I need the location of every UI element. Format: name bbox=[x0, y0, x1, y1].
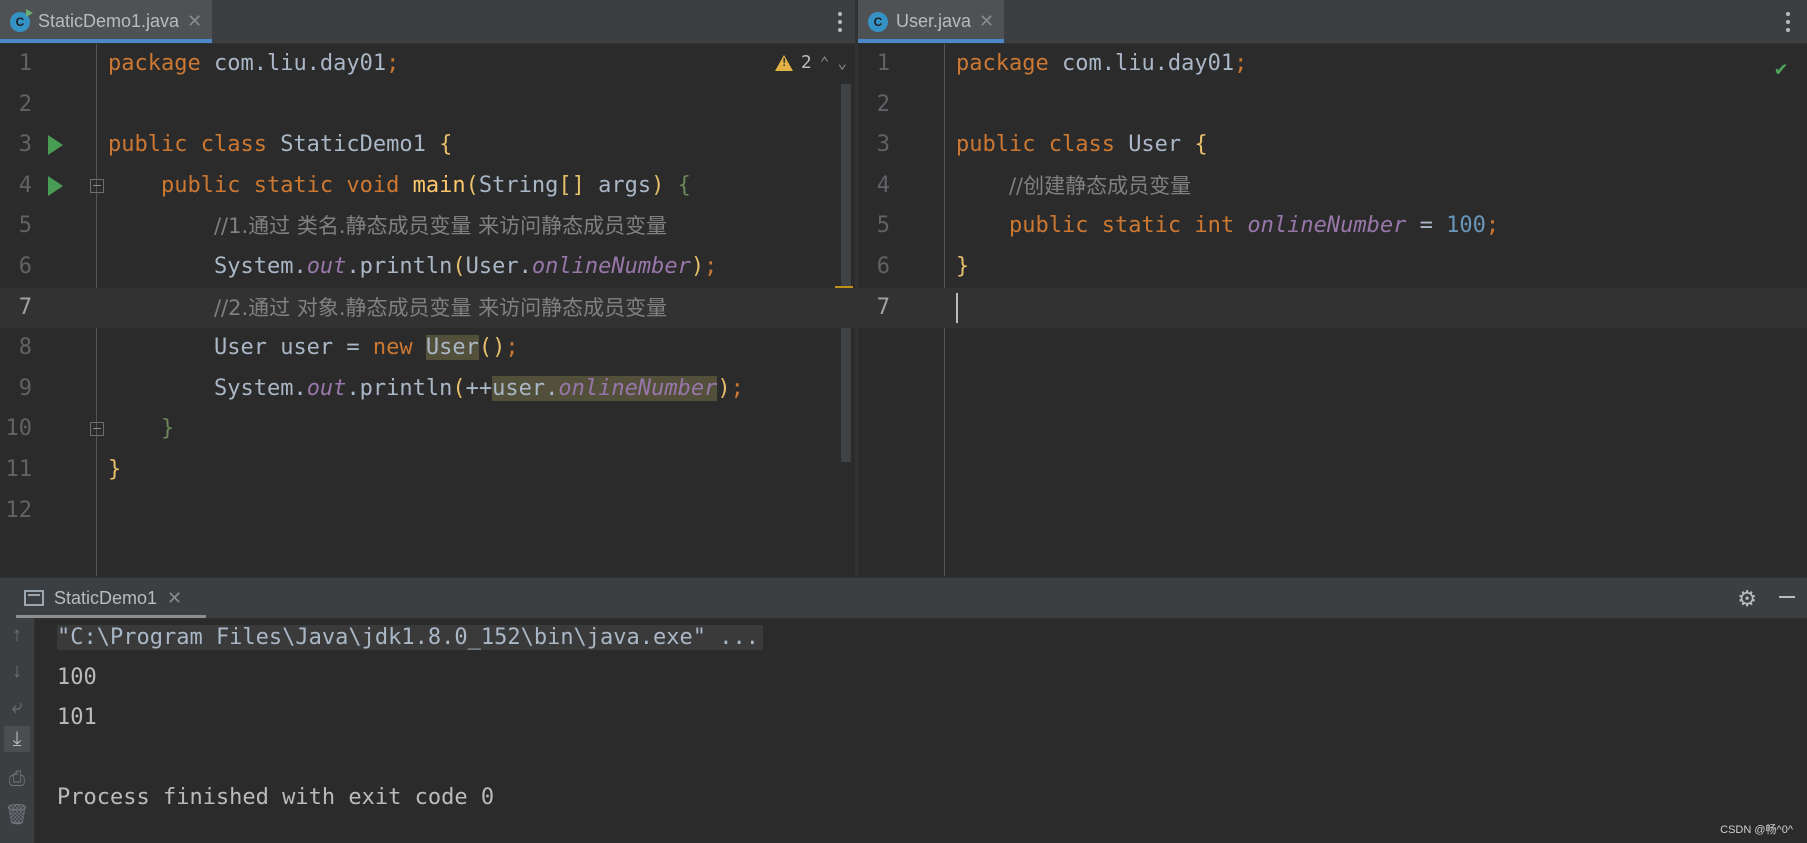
code-line[interactable]: 3 public class User { bbox=[858, 125, 1807, 165]
console-icon bbox=[24, 590, 44, 606]
line-number[interactable]: 1 bbox=[0, 44, 32, 84]
watermark: CSDN @畅^0^ bbox=[1720, 824, 1793, 836]
code-text: //创建静态成员变量 bbox=[1008, 173, 1192, 198]
arrow-up-icon[interactable]: ↑ bbox=[4, 622, 30, 648]
run-tool-window: StaticDemo1 ✕ ⚙ ↑ ↓ ⤶ ⤓ ⎙ 🗑 "C:\Program … bbox=[0, 577, 1807, 843]
close-icon[interactable]: ✕ bbox=[167, 588, 182, 609]
code-text: package com.liu.day01; bbox=[956, 51, 1248, 76]
line-number[interactable]: 7 bbox=[858, 288, 890, 328]
code-text: System.out.println(User.onlineNumber); bbox=[213, 254, 718, 279]
code-text: System.out.println(++user.onlineNumber); bbox=[213, 375, 744, 401]
tab-label: User.java bbox=[896, 11, 972, 31]
arrow-down-icon[interactable]: ↓ bbox=[4, 658, 30, 684]
fold-icon[interactable] bbox=[90, 178, 104, 193]
soft-wrap-icon[interactable]: ⤶ bbox=[4, 694, 30, 720]
java-class-icon: C bbox=[868, 11, 888, 32]
code-line[interactable]: 2 bbox=[858, 85, 1807, 125]
code-line[interactable]: 7 bbox=[858, 287, 1807, 328]
code-text: public static int onlineNumber = 100; bbox=[1008, 213, 1500, 239]
code-line[interactable]: 5 //1.通过 类名.静态成员变量 来访问静态成员变量 bbox=[0, 206, 855, 246]
print-icon[interactable]: ⎙ bbox=[4, 766, 30, 792]
code-line[interactable]: 6} bbox=[858, 247, 1807, 287]
code-line[interactable]: 9 System.out.println(++user.onlineNumber… bbox=[0, 369, 855, 409]
run-side-toolbar: ↑ ↓ ⤶ ⤓ ⎙ 🗑 bbox=[0, 618, 35, 843]
console-exit-line: Process finished with exit code 0 bbox=[57, 785, 495, 810]
code-text: public static void main(String[] args) { bbox=[160, 172, 691, 198]
code-line[interactable]: 6 System.out.println(User.onlineNumber); bbox=[0, 247, 855, 287]
left-editor-pane: C StaticDemo1.java ✕ 2 ⌃ ⌄ 1package com.… bbox=[0, 0, 855, 576]
code-text: } bbox=[160, 416, 175, 442]
code-line[interactable]: 2 bbox=[0, 85, 855, 125]
tab-label: StaticDemo1.java bbox=[38, 11, 180, 31]
code-line[interactable]: 11} bbox=[0, 450, 855, 490]
code-line[interactable]: 3 public class StaticDemo1 { bbox=[0, 125, 855, 165]
console-output-line: 100 bbox=[57, 665, 97, 690]
code-text: package com.liu.day01; bbox=[108, 51, 400, 76]
console-command-line: "C:\Program Files\Java\jdk1.8.0_152\bin\… bbox=[57, 620, 763, 656]
line-number[interactable]: 2 bbox=[858, 85, 890, 125]
line-number[interactable]: 8 bbox=[0, 328, 32, 368]
more-options-icon[interactable] bbox=[1786, 12, 1790, 32]
code-text: //1.通过 类名.静态成员变量 来访问静态成员变量 bbox=[213, 214, 668, 239]
line-number[interactable]: 6 bbox=[858, 247, 890, 287]
line-number[interactable]: 4 bbox=[0, 166, 32, 206]
code-line[interactable]: 8 User user = new User(); bbox=[0, 328, 855, 368]
close-icon[interactable]: ✕ bbox=[979, 11, 994, 32]
code-text: } bbox=[956, 254, 970, 279]
run-gutter-icon[interactable] bbox=[48, 135, 63, 156]
code-line[interactable]: 4 //创建静态成员变量 bbox=[858, 166, 1807, 206]
code-line[interactable]: 5 public static int onlineNumber = 100; bbox=[858, 206, 1807, 246]
code-text: //2.通过 对象.静态成员变量 来访问静态成员变量 bbox=[213, 295, 668, 320]
line-number[interactable]: 3 bbox=[0, 125, 32, 165]
code-text: public class User { bbox=[956, 132, 1208, 158]
line-number[interactable]: 9 bbox=[0, 369, 32, 409]
left-editor-tabbar: C StaticDemo1.java ✕ bbox=[0, 0, 855, 44]
right-editor-tabbar: C User.java ✕ bbox=[858, 0, 1807, 44]
code-line[interactable]: 12 bbox=[0, 491, 855, 531]
tab-staticdemo1-java[interactable]: C StaticDemo1.java ✕ bbox=[0, 0, 213, 43]
line-number[interactable]: 2 bbox=[0, 85, 32, 125]
run-gutter-icon[interactable] bbox=[48, 175, 63, 196]
text-caret bbox=[956, 292, 958, 323]
minimize-icon[interactable] bbox=[1779, 596, 1795, 598]
line-number[interactable]: 5 bbox=[858, 206, 890, 246]
right-code-editor[interactable]: ✔ 1 package com.liu.day01; 2 3 public class … bbox=[858, 44, 1807, 576]
line-number[interactable]: 11 bbox=[0, 450, 33, 490]
code-line[interactable]: 4 public static void main(String[] args)… bbox=[0, 166, 855, 206]
gear-icon[interactable]: ⚙ bbox=[1737, 586, 1757, 612]
scroll-to-end-icon[interactable]: ⤓ bbox=[4, 726, 30, 752]
code-line[interactable]: 1 package com.liu.day01; bbox=[858, 44, 1807, 84]
code-text: } bbox=[108, 457, 122, 482]
right-editor-pane: C User.java ✕ ✔ 1 package com.liu.day01; 2… bbox=[858, 0, 1807, 576]
line-number[interactable]: 6 bbox=[0, 247, 32, 287]
line-number[interactable]: 12 bbox=[0, 491, 33, 531]
code-line[interactable]: 7 //2.通过 对象.静态成员变量 来访问静态成员变量 bbox=[0, 287, 855, 328]
console-output[interactable]: "C:\Program Files\Java\jdk1.8.0_152\bin\… bbox=[34, 618, 1807, 843]
fold-icon[interactable] bbox=[90, 422, 104, 437]
code-text: public class StaticDemo1 { bbox=[108, 132, 453, 158]
tab-user-java[interactable]: C User.java ✕ bbox=[858, 0, 1005, 43]
line-number[interactable]: 4 bbox=[858, 166, 890, 206]
line-number[interactable]: 10 bbox=[0, 409, 33, 449]
run-tab-label: StaticDemo1 bbox=[54, 587, 158, 608]
line-number[interactable]: 5 bbox=[0, 206, 32, 246]
run-tab-staticdemo1[interactable]: StaticDemo1 ✕ bbox=[16, 578, 207, 618]
line-number[interactable]: 7 bbox=[0, 288, 32, 328]
close-icon[interactable]: ✕ bbox=[187, 11, 202, 32]
java-class-run-icon: C bbox=[10, 8, 33, 32]
more-options-icon[interactable] bbox=[838, 12, 842, 32]
line-number[interactable]: 1 bbox=[858, 44, 890, 84]
left-code-editor[interactable]: 2 ⌃ ⌄ 1package com.liu.day01;23public cl… bbox=[0, 44, 855, 576]
line-number[interactable]: 3 bbox=[858, 125, 890, 165]
console-output-line: 101 bbox=[57, 705, 97, 730]
trash-icon[interactable]: 🗑 bbox=[4, 802, 30, 828]
code-line[interactable]: 1 package com.liu.day01; bbox=[0, 44, 855, 84]
code-line[interactable]: 10 } bbox=[0, 409, 855, 449]
code-text: User user = new User(); bbox=[213, 335, 519, 361]
run-panel-header: StaticDemo1 ✕ ⚙ bbox=[0, 577, 1807, 619]
